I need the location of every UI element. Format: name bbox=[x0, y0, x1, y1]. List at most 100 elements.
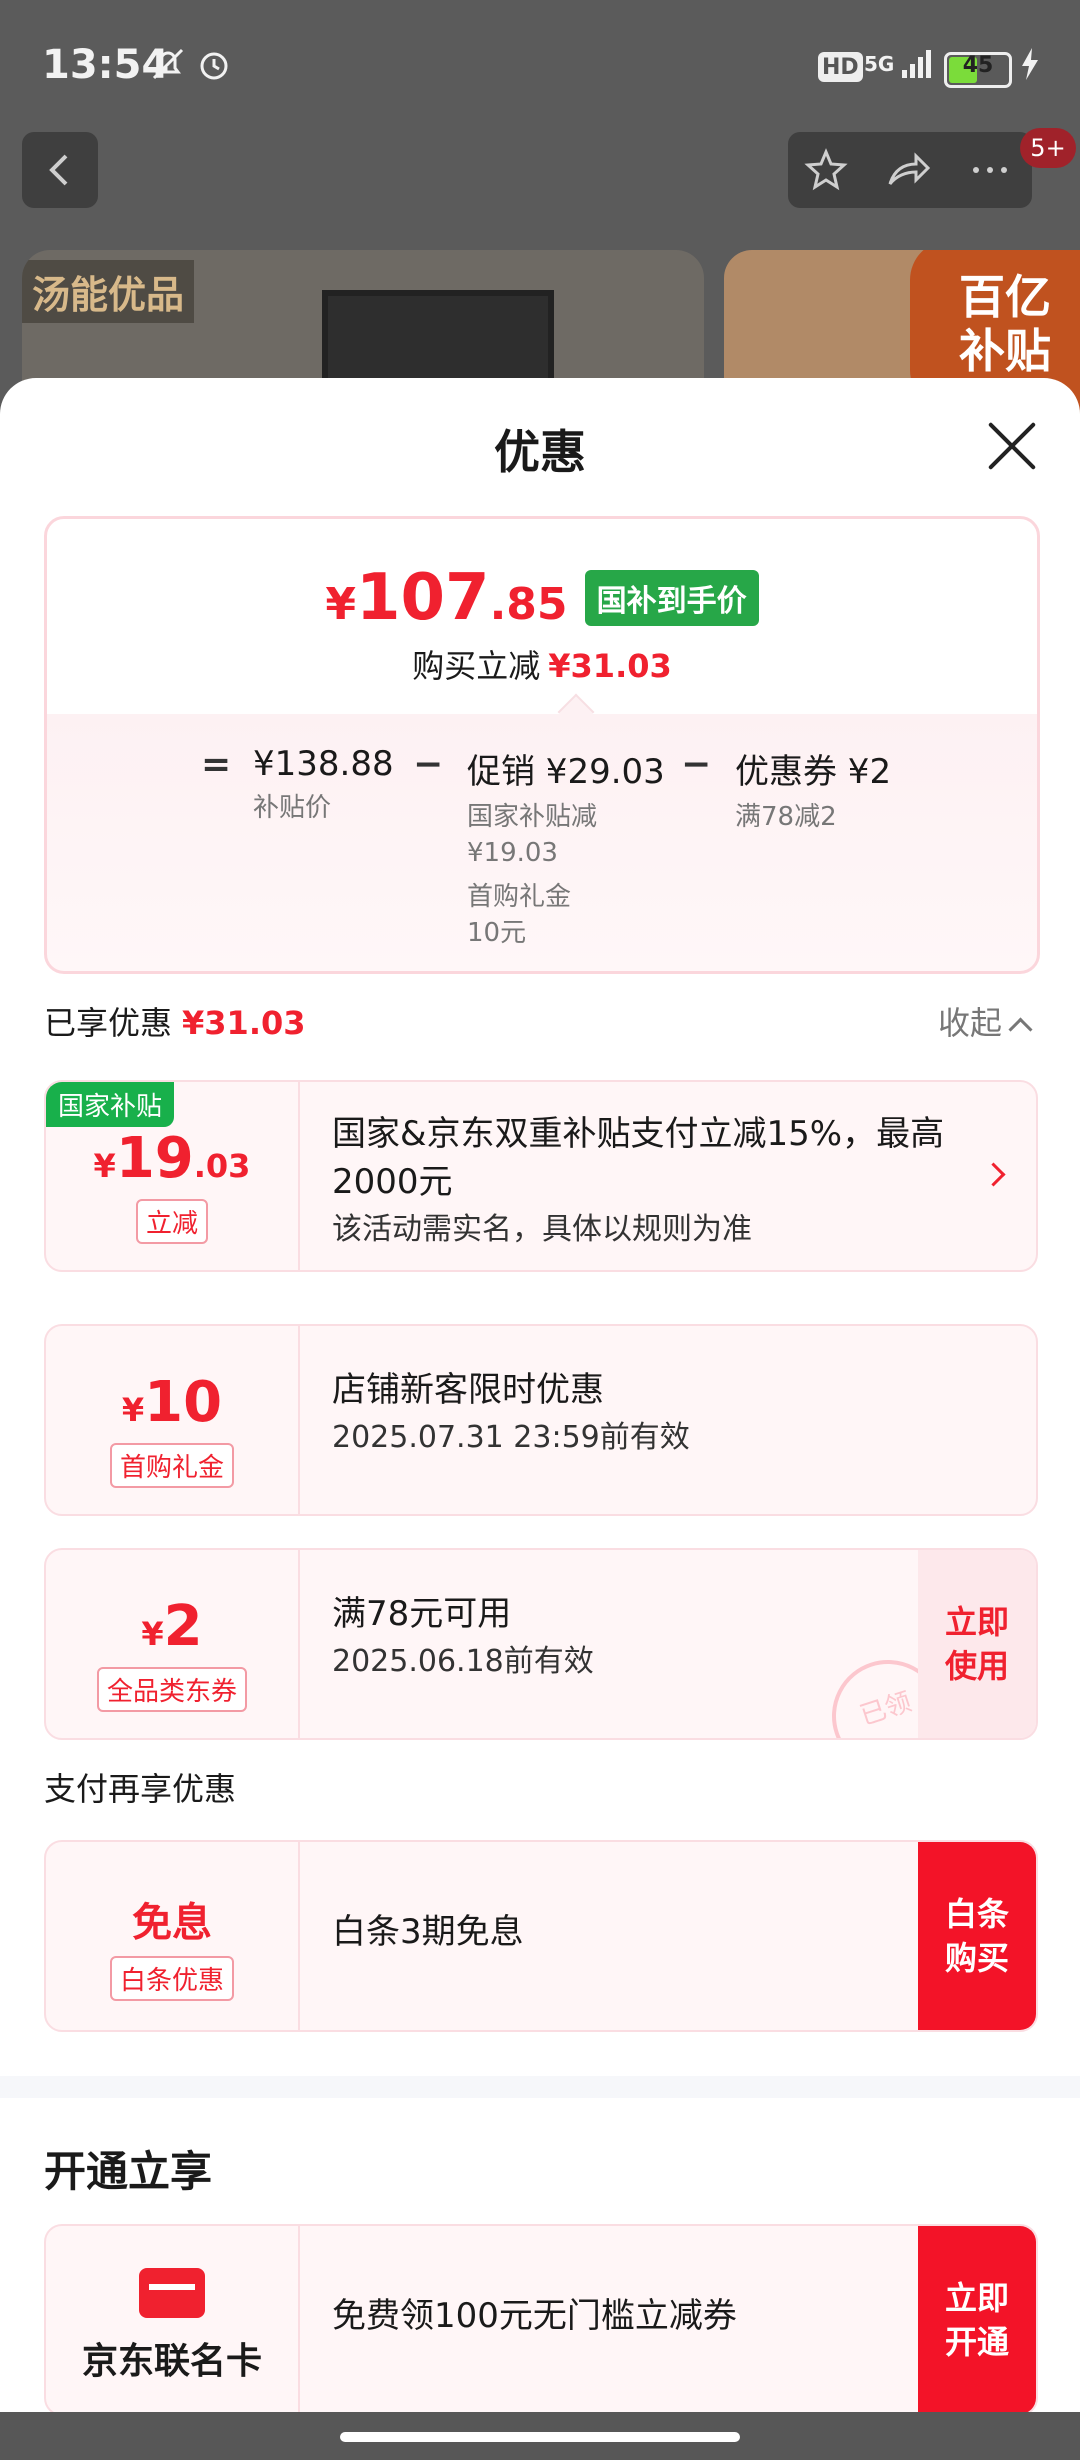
baitiao-buy-label: 白条 购买 bbox=[944, 1895, 1009, 1977]
open-now-button[interactable]: 立即 开通 bbox=[918, 2226, 1036, 2414]
offer-card-baitiao: 免息 白条优惠 白条3期免息 白条 购买 bbox=[44, 1840, 1038, 2032]
offer-amount: ¥10 bbox=[46, 1370, 298, 1435]
back-arrow-icon bbox=[49, 154, 68, 186]
enjoyed-discount: 已享优惠 ¥31.03 bbox=[44, 998, 306, 1044]
offer-card-first-purchase: ¥10 首购礼金 店铺新客限时优惠 2025.07.31 23:59前有效 bbox=[44, 1324, 1038, 1516]
baitiao-buy-button[interactable]: 白条 购买 bbox=[918, 1842, 1036, 2030]
more-icon[interactable] bbox=[966, 146, 1014, 194]
brand-tag: 汤能优品 bbox=[22, 260, 195, 323]
coupon-condition: 满78减2 bbox=[735, 802, 837, 832]
sheet-title: 优惠 bbox=[494, 425, 586, 479]
coupon-col: 优惠券 ¥2 满78减2 bbox=[735, 744, 891, 835]
subsidy-tag-text: 百亿 补贴 bbox=[959, 270, 1051, 378]
base-price-col: ¥138.88 补贴价 bbox=[253, 744, 394, 826]
offer-description: 店铺新客限时优惠 2025.07.31 23:59前有效 bbox=[332, 1366, 956, 1462]
minus-sign: − bbox=[681, 744, 712, 785]
offer-title: 满78元可用 bbox=[332, 1594, 512, 1634]
offer-card-coupon: ¥2 全品类东券 满78元可用 2025.06.18前有效 已领 立即 使用 bbox=[44, 1548, 1038, 1740]
offer-description: 白条3期免息 bbox=[332, 1908, 956, 1956]
offer-title: 店铺新客限时优惠 bbox=[332, 1370, 604, 1410]
price-decimal: .85 bbox=[489, 579, 568, 630]
home-indicator[interactable] bbox=[340, 2432, 740, 2442]
hd-icon: HD bbox=[818, 52, 863, 82]
promo-amount: 促销 ¥29.03 bbox=[467, 752, 665, 792]
offer-amount-panel: ¥2 全品类东券 bbox=[46, 1550, 300, 1738]
promo-detail-1: 国家补贴减 bbox=[467, 802, 598, 832]
offer-type-pill: 白条优惠 bbox=[109, 1956, 234, 2001]
battery-icon: 45 bbox=[944, 52, 1012, 88]
offer-amount-integer: 19 bbox=[115, 1126, 194, 1191]
offer-title: 免费领100元无门槛立减券 bbox=[332, 2296, 737, 2336]
top-action-group bbox=[788, 132, 1032, 208]
signal-icon bbox=[898, 44, 934, 84]
offer-note: 该活动需实名，具体以规则为准 bbox=[332, 1212, 752, 1247]
chevron-right-icon bbox=[981, 1162, 1006, 1187]
offer-amount: ¥19.03 bbox=[46, 1126, 298, 1191]
offer-amount-integer: 10 bbox=[144, 1370, 223, 1435]
pay-section-title: 支付再享优惠 bbox=[44, 1770, 237, 1808]
offer-description: 免费领100元无门槛立减券 bbox=[332, 2292, 956, 2340]
final-price: ¥107.85 bbox=[325, 561, 567, 635]
promo-detail-2-value: 10元 bbox=[467, 918, 527, 948]
offer-yen: ¥ bbox=[141, 1615, 164, 1653]
offer-title: 国家&京东双重补贴支付立减15%，最高2000元 bbox=[332, 1114, 945, 1202]
offer-card-national-subsidy[interactable]: 国家补贴 ¥19.03 立减 国家&京东双重补贴支付立减15%，最高2000元 … bbox=[44, 1080, 1038, 1272]
open-section-title: 开通立享 bbox=[44, 2147, 213, 2196]
offer-amount-decimal: .03 bbox=[193, 1147, 251, 1185]
offer-yen: ¥ bbox=[121, 1391, 145, 1429]
discount-sheet: 优惠 ¥107.85 国补到手价 购买立减 ¥31.03 = ¥138.88 补贴… bbox=[0, 378, 1080, 2460]
alarm-icon bbox=[194, 44, 234, 84]
enjoyed-label: 已享优惠 bbox=[44, 1004, 173, 1042]
enjoyed-amount: ¥31.03 bbox=[182, 1004, 306, 1042]
offer-amount-panel: ¥10 首购礼金 bbox=[46, 1326, 300, 1514]
back-button[interactable] bbox=[22, 132, 98, 208]
minus-sign: − bbox=[413, 744, 444, 785]
offer-type-pill: 首购礼金 bbox=[109, 1443, 234, 1488]
offer-validity: 2025.07.31 23:59前有效 bbox=[332, 1420, 690, 1455]
reduce-amount: ¥31.03 bbox=[548, 647, 672, 685]
chevron-up-icon bbox=[1008, 1016, 1033, 1042]
national-subsidy-tag: 国家补贴 bbox=[46, 1082, 175, 1127]
equals-sign: = bbox=[201, 744, 232, 785]
battery-level: 45 bbox=[962, 53, 994, 78]
message-count-badge: 5+ bbox=[1020, 128, 1076, 168]
offer-type-pill: 立减 bbox=[135, 1199, 208, 1244]
credit-card-icon bbox=[139, 2268, 205, 2318]
offer-amount-integer: 2 bbox=[163, 1594, 203, 1659]
network-type: 5G bbox=[864, 52, 895, 76]
offer-amount-panel: 免息 白条优惠 bbox=[46, 1842, 300, 2030]
close-icon[interactable] bbox=[984, 418, 1040, 474]
offer-amount: 免息 bbox=[46, 1890, 298, 1948]
offer-card-cobrand: 京东联名卡 免费领100元无门槛立减券 立即 开通 bbox=[44, 2224, 1038, 2416]
use-now-label: 立即 使用 bbox=[944, 1603, 1009, 1685]
base-price-label: 补贴价 bbox=[253, 793, 332, 823]
promo-detail-2: 首购礼金 bbox=[467, 882, 572, 912]
use-now-button[interactable]: 立即 使用 bbox=[918, 1550, 1036, 1738]
offer-title: 白条3期免息 bbox=[332, 1912, 524, 1952]
interest-free-label: 免息 bbox=[132, 1900, 212, 1946]
price-integer: 107 bbox=[355, 561, 490, 635]
offer-yen: ¥ bbox=[93, 1147, 116, 1185]
base-price: ¥138.88 bbox=[253, 744, 394, 784]
promo-details: 国家补贴减 ¥19.03 首购礼金 10元 bbox=[467, 799, 665, 951]
cobrand-card-panel: 京东联名卡 bbox=[46, 2226, 300, 2414]
collapse-button[interactable]: 收起 bbox=[938, 998, 1033, 1044]
cobrand-card-name: 京东联名卡 bbox=[81, 2341, 262, 2382]
section-divider bbox=[0, 2076, 1080, 2098]
pointer-notch bbox=[557, 693, 595, 731]
share-icon[interactable] bbox=[884, 146, 932, 194]
favorite-star-icon[interactable] bbox=[802, 146, 850, 194]
offer-description: 国家&京东双重补贴支付立减15%，最高2000元 该活动需实名，具体以规则为准 bbox=[332, 1110, 956, 1254]
status-bar: 13:54 HD 5G 45 bbox=[0, 0, 1080, 130]
collapse-label: 收起 bbox=[938, 1004, 1003, 1042]
charging-icon bbox=[1018, 44, 1042, 84]
offer-type-pill: 全品类东券 bbox=[96, 1667, 247, 1712]
reduce-line: 购买立减 ¥31.03 bbox=[47, 641, 1037, 687]
coupon-amount: 优惠券 ¥2 bbox=[735, 752, 892, 792]
price-yen: ¥ bbox=[325, 579, 356, 630]
price-summary: ¥107.85 国补到手价 购买立减 ¥31.03 = ¥138.88 补贴价 −… bbox=[44, 516, 1040, 974]
reduce-label: 购买立减 bbox=[412, 647, 541, 685]
promo-detail-1-value: ¥19.03 bbox=[467, 838, 558, 868]
promo-col: 促销 ¥29.03 国家补贴减 ¥19.03 首购礼金 10元 bbox=[467, 744, 665, 951]
offer-amount: ¥2 bbox=[46, 1594, 298, 1659]
